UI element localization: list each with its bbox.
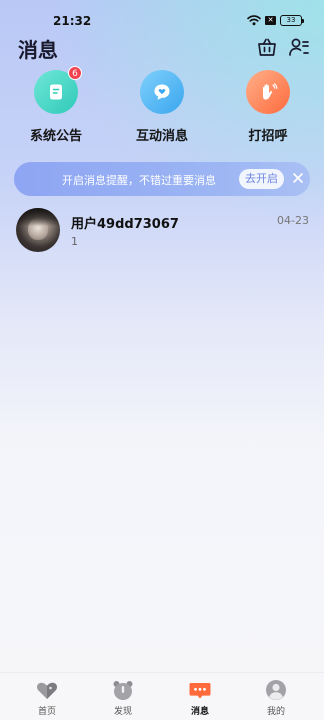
sim-icon: ✕	[265, 16, 276, 25]
greetings-circle	[246, 70, 290, 114]
nav-messages[interactable]: 消息	[170, 679, 230, 717]
status-time: 21:32	[53, 14, 92, 28]
nav-label: 首页	[37, 707, 56, 717]
notice-badge: 6	[68, 66, 82, 80]
nav-label: 我的	[266, 707, 285, 717]
conversation-preview: 1	[71, 235, 78, 248]
nav-home[interactable]: 首页	[17, 679, 77, 717]
quick-entry-greetings[interactable]: 打招呼	[228, 70, 308, 144]
user-list-icon	[289, 38, 309, 56]
basket-icon	[258, 38, 276, 56]
profile-icon	[266, 680, 286, 700]
quick-entry-label: 互动消息	[135, 129, 188, 144]
nav-label: 发现	[113, 707, 132, 717]
message-icon	[189, 683, 211, 699]
quick-entry-label: 系统公告	[29, 129, 82, 144]
notice-text: 开启消息提醒，不错过重要消息	[62, 174, 216, 187]
conversation-time: 04-23	[277, 214, 309, 227]
bottom-nav: 首页 发现 消息 我的	[0, 672, 324, 720]
enable-notifications-button[interactable]: 去开启	[239, 169, 284, 189]
conversation-name: 用户49dd73067	[71, 217, 179, 232]
discover-bear-icon	[113, 681, 133, 700]
battery-icon: 33	[280, 15, 304, 26]
contacts-button[interactable]	[288, 36, 310, 58]
nav-profile[interactable]: 我的	[246, 679, 306, 717]
notification-reminder-bar: 开启消息提醒，不错过重要消息 去开启	[14, 162, 310, 196]
wave-hand-icon	[263, 83, 278, 100]
avatar	[16, 208, 60, 252]
gift-basket-button[interactable]	[256, 36, 278, 58]
nav-label: 消息	[190, 707, 209, 717]
close-icon[interactable]	[291, 171, 305, 185]
nav-discover[interactable]: 发现	[93, 679, 153, 717]
quick-entry-label: 打招呼	[248, 129, 288, 144]
wifi-icon	[247, 15, 261, 26]
system-notice-circle: 6	[34, 66, 82, 114]
quick-entry-system-notice[interactable]: 6 系统公告	[16, 66, 96, 144]
page-title: 消息	[18, 38, 58, 62]
heart-chat-icon	[154, 84, 170, 100]
home-heart-icon	[37, 682, 57, 699]
conversation-item[interactable]: 用户49dd73067 04-23 1	[0, 204, 324, 256]
notice-doc-icon	[50, 84, 62, 100]
quick-entry-interactions[interactable]: 互动消息	[122, 70, 202, 144]
interactions-circle	[140, 70, 184, 114]
